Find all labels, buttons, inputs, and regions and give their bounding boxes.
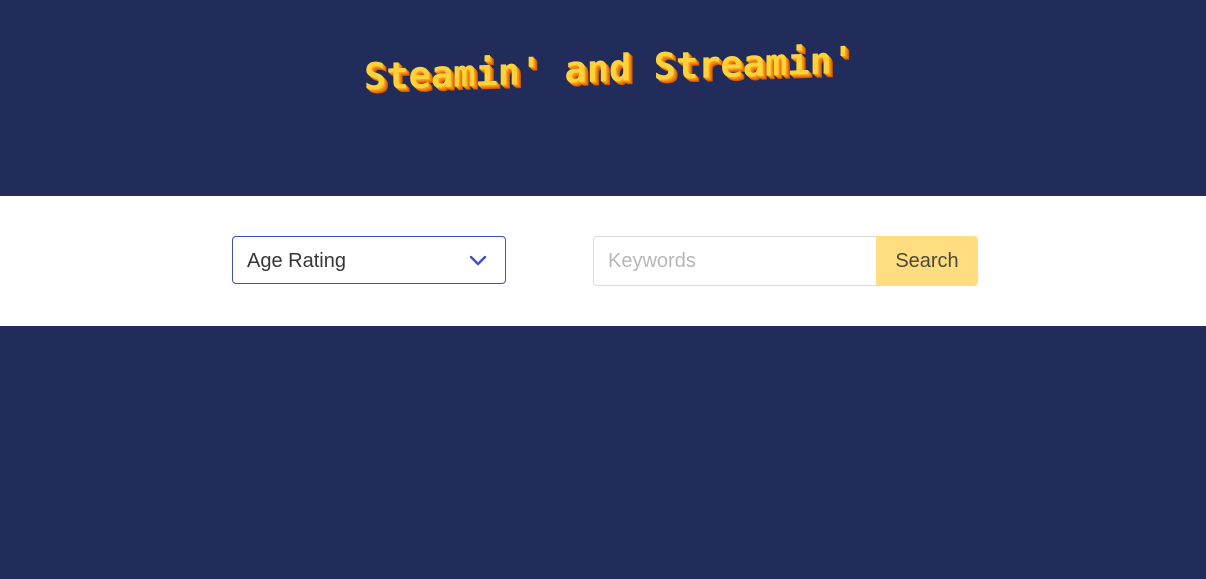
search-button[interactable]: Search [876,236,978,286]
chevron-down-icon [469,255,487,266]
site-logo: Steamin' and Streamin' [364,38,855,99]
age-rating-select-label: Age Rating [247,250,346,272]
filter-bar: Age Rating Search [0,196,1206,326]
age-rating-select[interactable]: Age Rating [232,236,506,284]
page-header: Steamin' and Streamin' [0,0,1206,196]
keywords-search-input[interactable] [593,236,876,286]
